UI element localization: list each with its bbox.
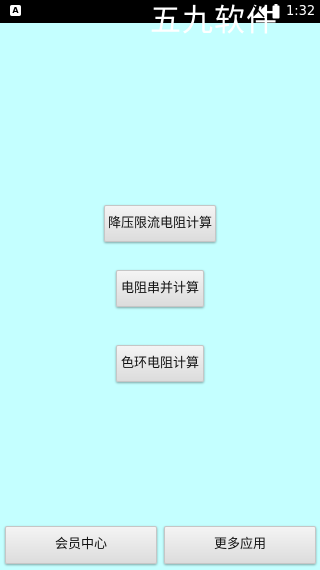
battery-icon (272, 4, 280, 19)
buck-resistor-calc-button[interactable]: 降压限流电阻计算 (104, 205, 216, 242)
member-center-button[interactable]: 会员中心 (5, 526, 157, 564)
more-apps-button[interactable]: 更多应用 (164, 526, 316, 564)
resistor-series-parallel-button[interactable]: 电阻串并计算 (116, 270, 204, 307)
app-screen: A 五九软件 1:32 降压限流电阻计算 电阻串并计算 色环电阻计算 会员中心 … (0, 0, 320, 570)
status-bar: A 五九软件 1:32 (0, 0, 320, 38)
signal-icon (252, 5, 266, 18)
status-time: 1:32 (286, 4, 316, 19)
color-ring-resistor-button[interactable]: 色环电阻计算 (116, 345, 204, 382)
notification-a-icon: A (10, 5, 21, 16)
